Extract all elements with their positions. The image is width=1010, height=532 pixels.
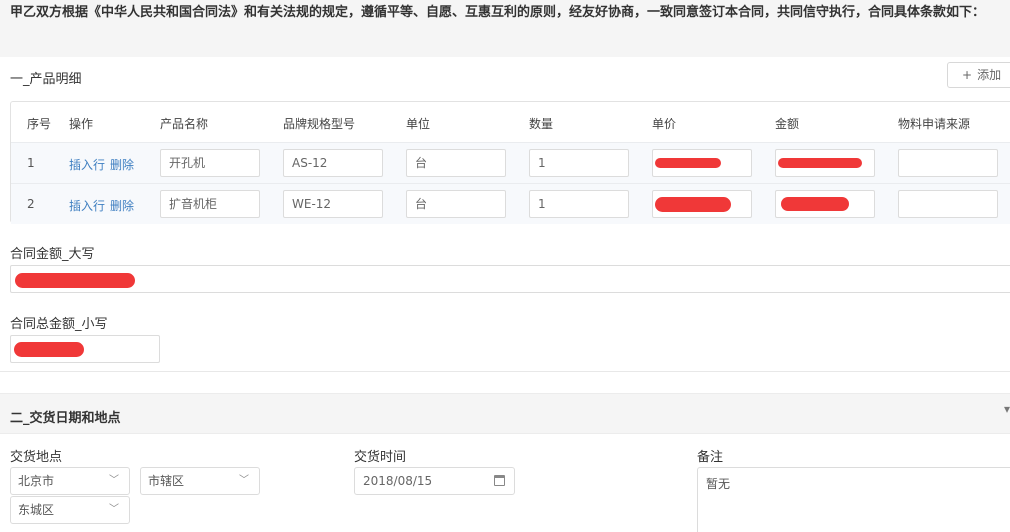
district-type-select[interactable]: 市辖区 ﹀	[140, 467, 260, 495]
row-number: 2	[27, 197, 35, 211]
city-value: 北京市	[18, 474, 55, 488]
remark-textarea[interactable]: 暂无	[697, 467, 1010, 532]
section-delivery-header[interactable]: 二_交货日期和地点 ▾	[0, 393, 1010, 434]
delivery-place-label: 交货地点	[10, 450, 63, 465]
amount-input[interactable]	[775, 190, 875, 218]
unit-input[interactable]: 台	[406, 149, 506, 177]
add-label: 添加	[977, 68, 1002, 82]
add-row-button[interactable]: + 添加	[947, 62, 1010, 88]
district-type-value: 市辖区	[148, 474, 185, 488]
header-amount: 金额	[775, 117, 800, 131]
amount-lower-label: 合同总金额_小写	[10, 317, 108, 332]
insert-row-link[interactable]: 插入行	[69, 199, 105, 213]
redaction-mark	[655, 158, 721, 168]
plus-icon: +	[962, 68, 973, 82]
section-divider	[0, 371, 1010, 372]
amount-input[interactable]	[775, 149, 875, 177]
chevron-down-icon: ﹀	[109, 475, 119, 486]
header-source: 物料申请来源	[898, 117, 971, 131]
header-no: 序号	[27, 117, 52, 131]
table-row: 2 插入行 删除 扩音机柜 WE-12 台 1	[11, 183, 1010, 224]
table-header: 序号 操作 产品名称 品牌规格型号 单位 数量 单价 金额 物料申请来源	[11, 102, 1010, 142]
chevron-down-icon: ﹀	[239, 475, 249, 486]
model-input[interactable]: WE-12	[283, 190, 383, 218]
unit-input[interactable]: 台	[406, 190, 506, 218]
redaction-mark	[778, 158, 862, 168]
table-row: 1 插入行 删除 开孔机 AS-12 台 1	[11, 142, 1010, 183]
city-select[interactable]: 北京市 ﹀	[10, 467, 130, 495]
header-unit: 单位	[406, 117, 431, 131]
delete-row-link[interactable]: 删除	[110, 158, 134, 172]
product-name-input[interactable]: 扩音机柜	[160, 190, 260, 218]
qty-input[interactable]: 1	[529, 149, 629, 177]
header-model: 品牌规格型号	[283, 117, 356, 131]
row-number: 1	[27, 156, 35, 170]
header-qty: 数量	[529, 117, 554, 131]
qty-input[interactable]: 1	[529, 190, 629, 218]
chevron-down-icon[interactable]: ▾	[1004, 402, 1010, 416]
amount-upper-label: 合同金额_大写	[10, 247, 95, 262]
header-price: 单价	[652, 117, 677, 131]
price-input[interactable]	[652, 190, 752, 218]
calendar-icon[interactable]	[494, 475, 505, 486]
redaction-mark	[781, 197, 849, 211]
delivery-date-input[interactable]: 2018/08/15	[354, 467, 515, 495]
section-products-title: 一_产品明细	[10, 72, 82, 87]
chevron-down-icon: ﹀	[109, 504, 119, 515]
product-table: 序号 操作 产品名称 品牌规格型号 单位 数量 单价 金额 物料申请来源 1 插…	[10, 101, 1010, 224]
amount-upper-field[interactable]	[10, 265, 1010, 293]
contract-intro: 甲乙双方根据《中华人民共和国合同法》和有关法规的规定，遵循平等、自愿、互惠互利的…	[0, 0, 1010, 57]
amount-lower-field[interactable]	[10, 335, 160, 363]
insert-row-link[interactable]: 插入行	[69, 158, 105, 172]
row-actions: 插入行 删除	[69, 197, 139, 214]
row-actions: 插入行 删除	[69, 156, 139, 173]
delivery-time-label: 交货时间	[354, 450, 407, 465]
product-name-input[interactable]: 开孔机	[160, 149, 260, 177]
redaction-mark	[14, 342, 84, 357]
redaction-mark	[15, 273, 135, 288]
delete-row-link[interactable]: 删除	[110, 199, 134, 213]
remark-label: 备注	[697, 450, 724, 465]
district-select[interactable]: 东城区 ﹀	[10, 496, 130, 524]
intro-text: 甲乙双方根据《中华人民共和国合同法》和有关法规的规定，遵循平等、自愿、互惠互利的…	[10, 5, 986, 20]
model-input[interactable]: AS-12	[283, 149, 383, 177]
source-input[interactable]	[898, 149, 998, 177]
redaction-mark	[655, 197, 731, 212]
header-op: 操作	[69, 117, 94, 131]
header-name: 产品名称	[160, 117, 209, 131]
district-value: 东城区	[18, 503, 55, 517]
section-delivery-title: 二_交货日期和地点	[10, 411, 121, 426]
source-input[interactable]	[898, 190, 998, 218]
delivery-date-value: 2018/08/15	[363, 474, 433, 488]
price-input[interactable]	[652, 149, 752, 177]
